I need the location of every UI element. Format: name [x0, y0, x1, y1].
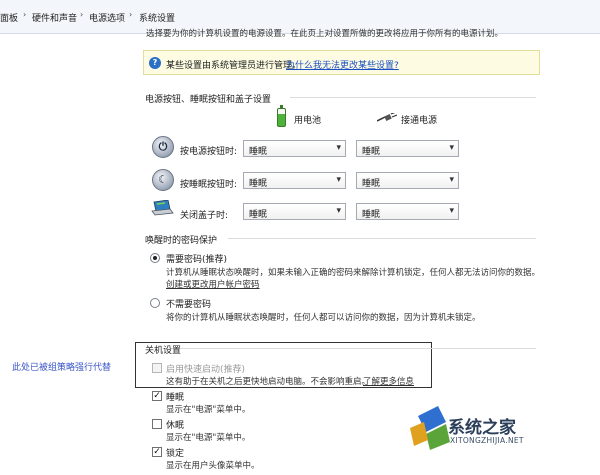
admin-banner-text: 某些设置由系统管理员进行管理。 [166, 61, 302, 71]
battery-column-header: 用电池 [294, 116, 322, 126]
select-value: 睡眠 [362, 179, 381, 189]
select-value: 睡眠 [249, 147, 268, 157]
chevron-down-icon: ▾ [449, 143, 454, 153]
breadcrumb-separator: › [80, 10, 84, 19]
require-password-desc: 计算机从睡眠状态唤醒时，如果未输入正确的密码来解除计算机锁定，任何人都无法访问你… [166, 268, 541, 278]
hibernate-menu-checkbox[interactable] [152, 419, 162, 429]
section-divider [290, 97, 536, 98]
chevron-down-icon: ▾ [449, 175, 454, 185]
sleep-menu-checkbox[interactable]: ✓ [152, 391, 162, 401]
chevron-down-icon: ▾ [449, 206, 454, 216]
breadcrumb-separator: › [23, 10, 27, 19]
watermark-url: XITONGZHIJIA.NET [450, 436, 524, 445]
breadcrumb-item-system-settings[interactable]: 系统设置 [139, 11, 175, 24]
close-lid-battery-select[interactable]: 睡眠 ▾ [243, 203, 346, 220]
no-password-title[interactable]: 不需要密码 [166, 297, 211, 310]
breadcrumb-item-panel[interactable]: 面板 [0, 11, 18, 24]
close-lid-plugged-select[interactable]: 睡眠 ▾ [356, 203, 459, 220]
section-divider [228, 238, 536, 239]
laptop-lid-icon [151, 200, 174, 216]
intro-text: 选择要为你的计算机设置的电源设置。在此页上对设置所做的更改将应用于你所有的电源计… [146, 29, 504, 39]
sleep-menu-title[interactable]: 睡眠 [166, 390, 184, 403]
sleep-button-icon: ☾ [152, 169, 174, 191]
fast-startup-checkbox[interactable] [152, 363, 162, 373]
admin-managed-banner: ? 某些设置由系统管理员进行管理。 为什么我无法更改某些设置? [143, 50, 540, 75]
sleep-button-plugged-select[interactable]: 睡眠 ▾ [356, 172, 459, 189]
password-section-title: 唤醒时的密码保护 [145, 236, 218, 246]
why-cannot-change-link[interactable]: 为什么我无法更改某些设置? [286, 58, 399, 71]
fast-startup-title: 启用快速启动(推荐) [166, 365, 246, 375]
fast-startup-desc: 这有助于在关机之后更快地启动电脑。不会影响重启。 [166, 377, 371, 387]
no-password-radio[interactable] [150, 298, 160, 308]
shutdown-section-title: 关机设置 [145, 346, 182, 356]
breadcrumb-item-power-options[interactable]: 电源选项 [89, 11, 125, 24]
shield-info-icon: ? [149, 57, 161, 69]
create-change-password-link[interactable]: 创建或更改用户帐户密码 [166, 278, 260, 290]
power-button-icon: ⏻ [152, 136, 174, 158]
battery-icon [277, 105, 286, 127]
require-password-title[interactable]: 需要密码(推荐) [166, 252, 227, 265]
power-button-battery-select[interactable]: 睡眠 ▾ [243, 140, 346, 157]
chevron-down-icon: ▾ [336, 206, 341, 216]
watermark-name: 系统之家 [448, 418, 516, 438]
select-value: 睡眠 [362, 147, 381, 157]
sleep-button-battery-select[interactable]: 睡眠 ▾ [243, 172, 346, 189]
select-value: 睡眠 [249, 179, 268, 189]
power-plug-icon [377, 113, 397, 122]
sleep-menu-desc: 显示在"电源"菜单中。 [166, 405, 251, 415]
plugged-in-column-header: 接通电源 [401, 116, 438, 126]
hibernate-menu-title[interactable]: 休眠 [166, 418, 184, 431]
no-password-desc: 将你的计算机从睡眠状态唤醒时，任何人都可以访问你的数据，因为计算机未锁定。 [166, 313, 481, 323]
sleep-button-label: 按睡眠按钮时: [180, 180, 238, 190]
require-password-radio[interactable] [150, 253, 160, 263]
select-value: 睡眠 [362, 210, 381, 220]
chevron-down-icon: ▾ [336, 143, 341, 153]
select-value: 睡眠 [249, 210, 268, 220]
learn-more-link[interactable]: 了解更多信息 [363, 375, 414, 387]
lock-menu-desc: 显示在用户头像菜单中。 [166, 461, 260, 471]
policy-note: 此处已被组策略强行代替 [12, 363, 112, 373]
breadcrumb-item-hardware-sound[interactable]: 硬件和声音 [32, 11, 77, 24]
power-button-plugged-select[interactable]: 睡眠 ▾ [356, 140, 459, 157]
lock-menu-checkbox[interactable]: ✓ [152, 447, 162, 457]
hibernate-menu-desc: 显示在"电源"菜单中。 [166, 433, 251, 443]
close-lid-label: 关闭盖子时: [180, 211, 229, 221]
power-button-label: 按电源按钮时: [180, 147, 238, 157]
buttons-section-title: 电源按钮、睡眠按钮和盖子设置 [145, 95, 272, 105]
chevron-down-icon: ▾ [336, 175, 341, 185]
section-divider [180, 348, 536, 349]
lock-menu-title[interactable]: 锁定 [166, 446, 184, 459]
breadcrumb-separator: › [129, 10, 133, 19]
